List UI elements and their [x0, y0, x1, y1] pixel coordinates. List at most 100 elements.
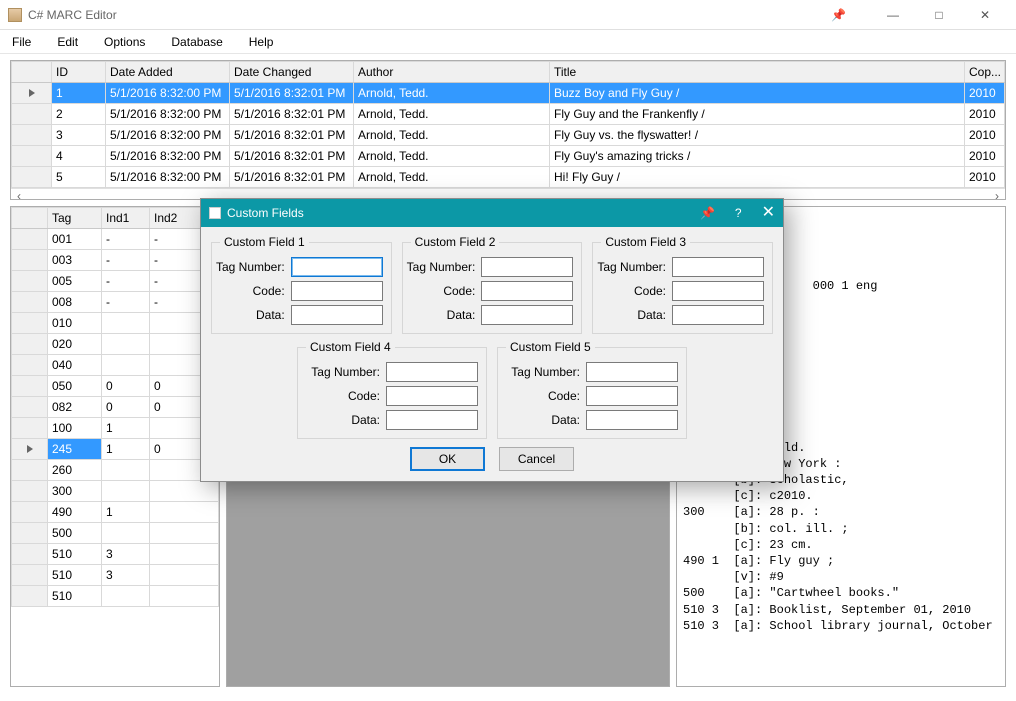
ok-button[interactable]: OK — [410, 447, 485, 471]
cell-tag[interactable]: 008 — [48, 292, 102, 313]
table-row[interactable]: 005-- — [12, 271, 219, 292]
row-selector[interactable] — [12, 250, 48, 271]
row-selector[interactable] — [12, 229, 48, 250]
cf4-code-input[interactable] — [386, 386, 478, 406]
cell-tag[interactable]: 100 — [48, 418, 102, 439]
table-row[interactable]: 05000 — [12, 376, 219, 397]
cell-ind1[interactable] — [102, 334, 150, 355]
cf2-data-input[interactable] — [481, 305, 573, 325]
cell-ind1[interactable]: 3 — [102, 565, 150, 586]
cell-ind1[interactable] — [102, 523, 150, 544]
cf2-code-input[interactable] — [481, 281, 573, 301]
col-author[interactable]: Author — [354, 62, 550, 83]
cell-tag[interactable]: 500 — [48, 523, 102, 544]
table-row[interactable]: 15/1/2016 8:32:00 PM5/1/2016 8:32:01 PMA… — [12, 83, 1005, 104]
row-selector[interactable] — [12, 167, 52, 188]
cell-title[interactable]: Buzz Boy and Fly Guy / — [550, 83, 965, 104]
scroll-left-icon[interactable]: ‹ — [11, 189, 27, 203]
col-tag[interactable]: Tag — [48, 208, 102, 229]
cell-id[interactable]: 2 — [52, 104, 106, 125]
row-selector[interactable] — [12, 565, 48, 586]
cell-tag[interactable]: 245 — [48, 439, 102, 460]
cell-title[interactable]: Hi! Fly Guy / — [550, 167, 965, 188]
col-ind1[interactable]: Ind1 — [102, 208, 150, 229]
menu-help[interactable]: Help — [247, 33, 276, 51]
cell-date-changed[interactable]: 5/1/2016 8:32:01 PM — [230, 167, 354, 188]
cf1-code-input[interactable] — [291, 281, 383, 301]
cell-ind1[interactable]: 1 — [102, 439, 150, 460]
cell-copyright[interactable]: 2010 — [965, 104, 1005, 125]
row-selector[interactable] — [12, 460, 48, 481]
cell-tag[interactable]: 510 — [48, 565, 102, 586]
row-selector[interactable] — [12, 397, 48, 418]
row-selector[interactable] — [12, 104, 52, 125]
col-date-changed[interactable]: Date Changed — [230, 62, 354, 83]
table-row[interactable]: 510 — [12, 586, 219, 607]
cell-ind1[interactable] — [102, 460, 150, 481]
row-selector[interactable] — [12, 376, 48, 397]
row-selector[interactable] — [12, 83, 52, 104]
cell-tag[interactable]: 260 — [48, 460, 102, 481]
table-row[interactable]: 25/1/2016 8:32:00 PM5/1/2016 8:32:01 PMA… — [12, 104, 1005, 125]
cell-ind1[interactable] — [102, 586, 150, 607]
cell-copyright[interactable]: 2010 — [965, 83, 1005, 104]
cell-title[interactable]: Fly Guy and the Frankenfly / — [550, 104, 965, 125]
cell-ind1[interactable] — [102, 481, 150, 502]
cell-ind1[interactable]: - — [102, 271, 150, 292]
table-row[interactable]: 35/1/2016 8:32:00 PM5/1/2016 8:32:01 PMA… — [12, 125, 1005, 146]
cell-ind2[interactable] — [150, 502, 219, 523]
cell-tag[interactable]: 300 — [48, 481, 102, 502]
row-selector[interactable] — [12, 125, 52, 146]
pin-icon[interactable]: 📌 — [831, 8, 846, 22]
cf5-tag-input[interactable] — [586, 362, 678, 382]
cell-tag[interactable]: 040 — [48, 355, 102, 376]
col-copyright[interactable]: Cop... — [965, 62, 1005, 83]
cell-ind1[interactable]: 0 — [102, 376, 150, 397]
table-row[interactable]: 020 — [12, 334, 219, 355]
cell-ind2[interactable] — [150, 481, 219, 502]
col-id[interactable]: ID — [52, 62, 106, 83]
cell-id[interactable]: 1 — [52, 83, 106, 104]
table-row[interactable]: 008-- — [12, 292, 219, 313]
cell-id[interactable]: 5 — [52, 167, 106, 188]
row-selector[interactable] — [12, 292, 48, 313]
table-row[interactable]: 001-- — [12, 229, 219, 250]
table-row[interactable]: 5103 — [12, 565, 219, 586]
cf3-data-input[interactable] — [672, 305, 764, 325]
menu-database[interactable]: Database — [169, 33, 224, 51]
cf2-tag-input[interactable] — [481, 257, 573, 277]
cell-date-changed[interactable]: 5/1/2016 8:32:01 PM — [230, 146, 354, 167]
cell-tag[interactable]: 010 — [48, 313, 102, 334]
row-selector[interactable] — [12, 146, 52, 167]
cell-author[interactable]: Arnold, Tedd. — [354, 104, 550, 125]
cell-tag[interactable]: 003 — [48, 250, 102, 271]
cell-date-added[interactable]: 5/1/2016 8:32:00 PM — [106, 83, 230, 104]
scroll-right-icon[interactable]: › — [989, 189, 1005, 203]
cell-copyright[interactable]: 2010 — [965, 125, 1005, 146]
cell-tag[interactable]: 510 — [48, 544, 102, 565]
cell-id[interactable]: 3 — [52, 125, 106, 146]
cell-ind2[interactable] — [150, 586, 219, 607]
cell-ind1[interactable]: 1 — [102, 502, 150, 523]
menu-file[interactable]: File — [10, 33, 33, 51]
cell-tag[interactable]: 490 — [48, 502, 102, 523]
close-button[interactable]: ✕ — [962, 1, 1008, 29]
cell-ind1[interactable]: - — [102, 292, 150, 313]
table-row[interactable]: 040 — [12, 355, 219, 376]
cf3-tag-input[interactable] — [672, 257, 764, 277]
cell-ind1[interactable]: - — [102, 229, 150, 250]
cell-author[interactable]: Arnold, Tedd. — [354, 167, 550, 188]
cf1-data-input[interactable] — [291, 305, 383, 325]
table-row[interactable]: 1001 — [12, 418, 219, 439]
cell-date-added[interactable]: 5/1/2016 8:32:00 PM — [106, 125, 230, 146]
cell-tag[interactable]: 020 — [48, 334, 102, 355]
cf3-code-input[interactable] — [672, 281, 764, 301]
cell-title[interactable]: Fly Guy's amazing tricks / — [550, 146, 965, 167]
row-selector[interactable] — [12, 586, 48, 607]
cf5-code-input[interactable] — [586, 386, 678, 406]
cell-ind1[interactable] — [102, 355, 150, 376]
row-selector[interactable] — [12, 418, 48, 439]
cell-ind1[interactable]: - — [102, 250, 150, 271]
table-row[interactable]: 24510 — [12, 439, 219, 460]
cell-tag[interactable]: 005 — [48, 271, 102, 292]
